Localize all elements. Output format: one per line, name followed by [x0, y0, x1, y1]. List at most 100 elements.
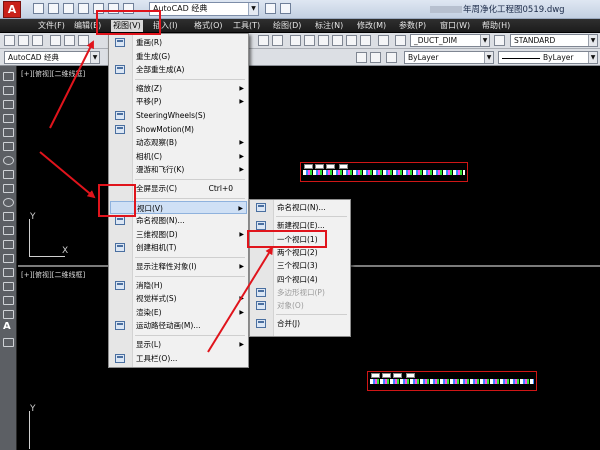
- redraw-icon: [115, 38, 125, 47]
- menu-modify[interactable]: 修改(M): [355, 20, 388, 32]
- menu-item-toolbars[interactable]: 工具栏(O)...: [110, 352, 247, 365]
- polyline-icon[interactable]: [3, 100, 14, 109]
- layer-state-icon[interactable]: [386, 52, 397, 63]
- submenu-item-named-viewports[interactable]: 命名视口(N)...: [251, 201, 349, 214]
- drawing-frame-top[interactable]: [300, 162, 468, 182]
- region-icon[interactable]: [3, 296, 14, 305]
- hatch-icon[interactable]: [3, 268, 14, 277]
- menu-item-visual-styles[interactable]: 视觉样式(S) ▶: [110, 292, 247, 305]
- menu-item-walk-fly[interactable]: 漫游和飞行(K) ▶: [110, 163, 247, 176]
- menu-format[interactable]: 格式(O): [192, 20, 225, 32]
- sheet-set-icon[interactable]: [332, 35, 343, 46]
- menu-item-display[interactable]: 显示(L) ▶: [110, 338, 247, 351]
- menu-item-motion-path[interactable]: 运动路径动画(M)...: [110, 319, 247, 332]
- ellipse-arc-icon[interactable]: [3, 212, 14, 221]
- qa-save-icon[interactable]: [63, 3, 74, 14]
- zoom-previous-icon[interactable]: [272, 35, 283, 46]
- point-icon[interactable]: [3, 254, 14, 263]
- submenu-item-join[interactable]: 合并(J): [251, 317, 349, 330]
- drawing-frame-bottom[interactable]: [367, 371, 537, 391]
- gradient-icon[interactable]: [3, 282, 14, 291]
- chevron-down-icon[interactable]: ▼: [484, 52, 493, 63]
- text-style-icon[interactable]: [395, 35, 406, 46]
- hide-icon: [115, 280, 125, 290]
- properties-icon[interactable]: [290, 35, 301, 46]
- menu-item-orbit[interactable]: 动态观察(B) ▶: [110, 136, 247, 149]
- submenu-item-three-viewports[interactable]: 三个视口(3): [251, 259, 349, 272]
- open-file-icon[interactable]: [18, 35, 29, 46]
- add-selected-icon[interactable]: [3, 338, 14, 347]
- menu-file[interactable]: 文件(F): [36, 20, 67, 32]
- menu-separator: [276, 314, 347, 316]
- construction-line-icon[interactable]: [3, 86, 14, 95]
- menu-item-camera[interactable]: 相机(C) ▶: [110, 150, 247, 163]
- qa-extra2-icon[interactable]: [280, 3, 291, 14]
- dim-style-icon[interactable]: [494, 35, 505, 46]
- make-block-icon[interactable]: [3, 240, 14, 249]
- table-icon[interactable]: [3, 310, 14, 319]
- submenu-item-four-viewports[interactable]: 四个视口(4): [251, 273, 349, 286]
- chevron-down-icon[interactable]: ▼: [480, 35, 489, 46]
- save-icon[interactable]: [32, 35, 43, 46]
- rectangle-icon[interactable]: [3, 128, 14, 137]
- chevron-down-icon[interactable]: ▼: [248, 3, 258, 15]
- design-center-icon[interactable]: [304, 35, 315, 46]
- chevron-down-icon[interactable]: ▼: [588, 52, 597, 63]
- arc-icon[interactable]: [3, 142, 14, 151]
- autocad-logo-icon[interactable]: A: [3, 1, 21, 18]
- viewport-bottom-label[interactable]: [+][俯视][二维线框]: [21, 270, 85, 280]
- menu-item-render[interactable]: 渲染(E) ▶: [110, 306, 247, 319]
- menu-item-redraw[interactable]: 重画(R): [110, 36, 247, 49]
- qa-new-icon[interactable]: [33, 3, 44, 14]
- menu-window[interactable]: 窗口(W): [438, 20, 472, 32]
- insert-block-icon[interactable]: [3, 226, 14, 235]
- menu-item-hide[interactable]: 消隐(H): [110, 279, 247, 292]
- print-preview-icon[interactable]: [64, 35, 75, 46]
- workspace-toolbar-combo[interactable]: AutoCAD 经典 ▼: [4, 51, 100, 64]
- layer-manager-icon[interactable]: [370, 52, 381, 63]
- menu-draw[interactable]: 绘图(D): [271, 20, 303, 32]
- qa-saveas-icon[interactable]: [78, 3, 89, 14]
- menu-help[interactable]: 帮助(H): [480, 20, 512, 32]
- qa-extra-icon[interactable]: [265, 3, 276, 14]
- calculator-icon[interactable]: [360, 35, 371, 46]
- menu-item-label: 创建相机(T): [136, 243, 177, 253]
- polygon-icon[interactable]: [3, 114, 14, 123]
- chevron-down-icon[interactable]: ▼: [588, 35, 597, 46]
- menu-item-showmotion[interactable]: ShowMotion(M): [110, 123, 247, 136]
- help-icon[interactable]: [378, 35, 389, 46]
- ellipse-icon[interactable]: [3, 198, 14, 207]
- workspace-combo-value: AutoCAD 经典: [153, 4, 208, 13]
- qa-open-icon[interactable]: [48, 3, 59, 14]
- menu-item-annotation-objects[interactable]: 显示注释性对象(I) ▶: [110, 260, 247, 273]
- workspace-combo[interactable]: AutoCAD 经典 ▼: [149, 2, 259, 16]
- new-file-icon[interactable]: [4, 35, 15, 46]
- menu-item-regen-all[interactable]: 全部重生成(A): [110, 63, 247, 76]
- textstyle-combo[interactable]: STANDARD ▼: [510, 34, 598, 47]
- menu-item-zoom[interactable]: 缩放(Z) ▶: [110, 82, 247, 95]
- menu-item-pan[interactable]: 平移(P) ▶: [110, 95, 247, 108]
- revision-cloud-icon[interactable]: [3, 170, 14, 179]
- multiline-text-icon[interactable]: A: [3, 321, 11, 332]
- color-combo[interactable]: ByLayer ▼: [404, 51, 494, 64]
- menu-item-regen[interactable]: 重生成(G): [110, 50, 247, 63]
- chevron-down-icon[interactable]: ▼: [90, 52, 99, 63]
- menu-item-3d-views[interactable]: 三维视图(D) ▶: [110, 228, 247, 241]
- menu-parametric[interactable]: 参数(P): [397, 20, 428, 32]
- menu-item-steeringwheels[interactable]: SteeringWheels(S): [110, 109, 247, 122]
- dimstyle-combo[interactable]: _DUCT_DIM ▼: [410, 34, 490, 47]
- zoom-window-icon[interactable]: [258, 35, 269, 46]
- line-icon[interactable]: [3, 72, 14, 81]
- circle-icon[interactable]: [3, 156, 14, 165]
- linetype-combo[interactable]: ByLayer ▼: [498, 51, 598, 64]
- menu-dimension[interactable]: 标注(N): [313, 20, 345, 32]
- menu-item-create-camera[interactable]: 创建相机(T): [110, 241, 247, 254]
- markup-icon[interactable]: [346, 35, 357, 46]
- viewport-top-label[interactable]: [+][俯视][二维线框]: [21, 69, 85, 79]
- spline-icon[interactable]: [3, 184, 14, 193]
- menu-tools[interactable]: 工具(T): [231, 20, 262, 32]
- tool-palettes-icon[interactable]: [318, 35, 329, 46]
- print-icon[interactable]: [50, 35, 61, 46]
- publish-icon[interactable]: [78, 35, 89, 46]
- layer-prev-icon[interactable]: [356, 52, 367, 63]
